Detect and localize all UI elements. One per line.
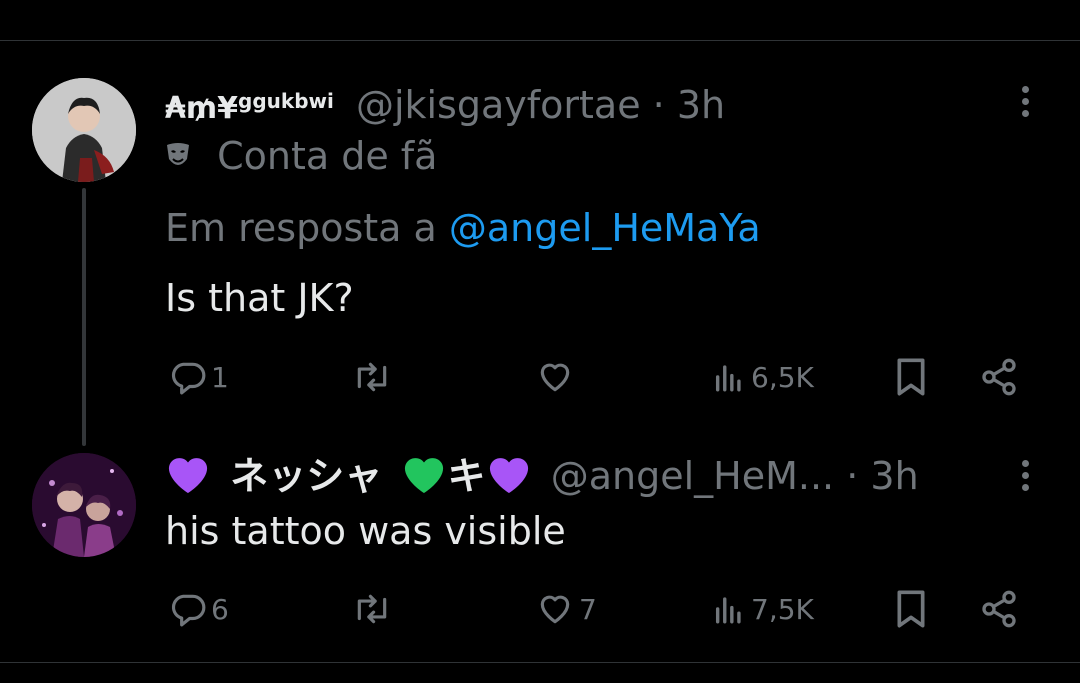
views-icon [715,365,741,392]
reply-count: 6 [211,592,229,626]
retweet-icon [357,362,387,392]
views-button[interactable]: 6,5K [711,352,814,402]
reply-count: 1 [211,360,229,394]
avatar-image [32,453,136,557]
avatar-image [32,78,136,182]
retweet-button[interactable] [351,584,393,634]
more-icon[interactable] [1022,86,1030,122]
tweet-text: his tattoo was visible [165,509,566,553]
bookmark-icon [897,590,925,628]
views-icon [715,597,741,624]
handle[interactable]: @jkisgayfortae [356,83,641,127]
views-button[interactable]: 7,5K [711,584,814,634]
like-button[interactable]: 7 [535,584,597,634]
tweet-actions: 1 6,5K [165,352,1045,402]
display-name[interactable]: ネッシャ キ [165,454,545,498]
share-button[interactable] [979,352,1019,402]
like-icon [540,595,570,624]
bookmark-button[interactable] [893,584,929,634]
tweet-text: Is that JK? [165,276,354,320]
purple-heart-icon [168,458,208,494]
tweet-header: ネッシャ キ @angel_HeM... · 3h [165,452,919,500]
share-icon [982,358,1016,396]
reply-icon [171,362,206,395]
divider [0,662,1080,663]
like-count: 7 [579,592,597,626]
separator: · [652,83,665,127]
views-count: 7,5K [751,592,814,626]
thread-view: ₳₥¥ggukbwi @jkisgayfortae · 3h Conta de … [0,0,1080,683]
reply-button[interactable]: 1 [169,352,229,402]
like-button[interactable] [535,352,575,402]
retweet-icon [357,594,387,624]
like-icon [540,363,570,392]
badge-label: Conta de fã [217,134,438,178]
timestamp[interactable]: 3h [870,454,918,498]
reply-button[interactable]: 6 [169,584,229,634]
bookmark-icon [897,358,925,396]
share-button[interactable] [979,584,1019,634]
views-count: 6,5K [751,360,814,394]
purple-heart-icon [489,458,528,494]
retweet-button[interactable] [351,352,393,402]
thread-connector [82,188,86,446]
reply-icon [171,594,206,627]
separator: · [846,454,859,498]
divider [0,40,1080,41]
more-icon[interactable] [1022,460,1030,496]
avatar-jkisgayfortae[interactable] [32,78,136,182]
fan-account-badge: Conta de fã [165,133,437,179]
timestamp[interactable]: 3h [677,83,725,127]
bookmark-button[interactable] [893,352,929,402]
tweet-actions: 6 7 7,5K [165,584,1045,634]
reply-prefix: Em resposta a [165,206,437,250]
display-name[interactable]: ₳₥¥ggukbwi [165,89,334,126]
tweet-header: ₳₥¥ggukbwi @jkisgayfortae · 3h [165,78,725,132]
fan-mask-icon [167,143,189,165]
avatar-angel-hemaya[interactable] [32,453,136,557]
reply-context: Em resposta a @angel_HeMaYa [165,205,761,251]
share-icon [982,590,1016,628]
handle[interactable]: @angel_HeM... [551,454,834,498]
reply-to-link[interactable]: @angel_HeMaYa [449,206,761,250]
green-heart-icon [405,458,444,494]
